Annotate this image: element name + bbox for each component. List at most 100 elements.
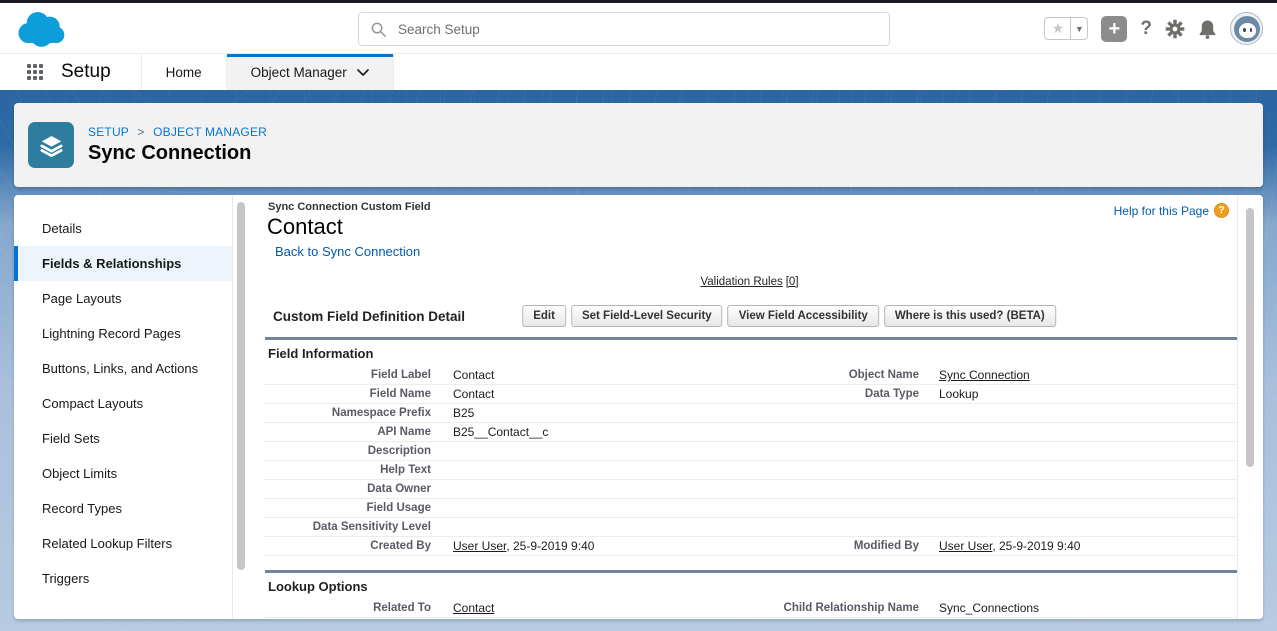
field-value: B25__Contact__c [435, 423, 723, 441]
table-row: Field Name Contact Data Type Lookup [265, 385, 1237, 404]
global-header: ★ ▼ + ? [0, 3, 1277, 53]
sidebar-item-details[interactable]: Details [14, 211, 232, 246]
field-information-section: Field Information Field Label Contact Ob… [265, 337, 1237, 556]
setup-page-background: SETUP > OBJECT MANAGER Sync Connection D… [0, 90, 1277, 631]
tab-home[interactable]: Home [141, 54, 226, 90]
field-label: Object Name [723, 366, 923, 384]
table-row: Created By User User, 25-9-2019 9:40 Mod… [265, 537, 1237, 556]
created-by-link[interactable]: User User [453, 539, 506, 553]
table-row: Description [265, 442, 1237, 461]
table-row: API Name B25__Contact__c [265, 423, 1237, 442]
tab-object-manager[interactable]: Object Manager [226, 54, 394, 90]
section-title: Field Information [265, 340, 1237, 366]
search-input[interactable] [398, 22, 877, 37]
sidebar-item-compact-layouts[interactable]: Compact Layouts [14, 386, 232, 421]
set-field-level-security-button[interactable]: Set Field-Level Security [571, 305, 723, 327]
edit-button[interactable]: Edit [522, 305, 566, 327]
global-search[interactable] [358, 12, 890, 46]
setup-nav-bar: Setup Home Object Manager [0, 53, 1277, 90]
related-to-link[interactable]: Contact [453, 601, 494, 615]
app-launcher-icon[interactable] [27, 64, 43, 80]
field-label: Namespace Prefix [265, 404, 435, 422]
sidebar-item-fields-relationships[interactable]: Fields & Relationships [14, 246, 232, 281]
validation-rules-count[interactable]: [0] [786, 276, 799, 288]
field-label: Data Type [723, 385, 923, 403]
modified-by-link[interactable]: User User [939, 539, 992, 553]
help-icon[interactable]: ? [1140, 18, 1152, 40]
field-label: Modified By [723, 537, 923, 555]
global-create-icon[interactable]: + [1101, 16, 1127, 42]
page-title: Sync Connection [88, 142, 267, 165]
field-label: Child Relationship Name [723, 599, 923, 617]
field-label: Field Label [265, 366, 435, 384]
field-label: Data Owner [265, 480, 435, 498]
app-name: Setup [61, 61, 111, 83]
field-value: Contact [435, 385, 723, 403]
detail-header: Custom Field Definition Detail Edit Set … [265, 305, 1237, 329]
sidebar-scrollbar-thumb[interactable] [237, 202, 245, 570]
context-label: Sync Connection Custom Field [268, 201, 1237, 213]
field-label: Related List Label [265, 618, 435, 619]
sidebar-item-triggers[interactable]: Triggers [14, 561, 232, 596]
main-scrollbar-thumb[interactable] [1246, 208, 1254, 467]
search-icon [371, 22, 386, 37]
field-label: Description [265, 442, 435, 460]
help-for-this-page-link[interactable]: Help for this Page ? [1114, 203, 1229, 218]
where-is-this-used-button[interactable]: Where is this used? (BETA) [884, 305, 1056, 327]
page-header: SETUP > OBJECT MANAGER Sync Connection [14, 103, 1263, 187]
sidebar-item-record-types[interactable]: Record Types [14, 491, 232, 526]
object-icon [28, 122, 74, 168]
validation-rules-row: Validation Rules [0] [265, 276, 1237, 288]
breadcrumb-object-manager-link[interactable]: OBJECT MANAGER [153, 125, 267, 139]
section-title: Lookup Options [265, 573, 1237, 599]
sidebar-item-page-layouts[interactable]: Page Layouts [14, 281, 232, 316]
field-title: Contact [267, 214, 1237, 240]
breadcrumb-setup-link[interactable]: SETUP [88, 125, 129, 139]
field-label: Help Text [265, 461, 435, 479]
main-scrollbar [1237, 195, 1258, 619]
breadcrumb-separator: > [137, 125, 144, 139]
field-value: B25 [435, 404, 723, 422]
object-sidebar: Details Fields & Relationships Page Layo… [14, 195, 233, 619]
view-field-accessibility-button[interactable]: View Field Accessibility [728, 305, 879, 327]
table-row: Field Label Contact Object Name Sync Con… [265, 366, 1237, 385]
favorites-star-icon[interactable]: ★ [1044, 17, 1071, 40]
sidebar-item-lightning-record-pages[interactable]: Lightning Record Pages [14, 316, 232, 351]
sidebar-item-related-lookup-filters[interactable]: Related Lookup Filters [14, 526, 232, 561]
table-row: Field Usage [265, 499, 1237, 518]
table-row: Related List Label Sync Connections [265, 618, 1237, 619]
sidebar-item-object-limits[interactable]: Object Limits [14, 456, 232, 491]
table-row: Namespace Prefix B25 [265, 404, 1237, 423]
help-orange-icon: ? [1214, 203, 1229, 218]
field-label: Field Name [265, 385, 435, 403]
field-label: Data Sensitivity Level [265, 518, 435, 536]
field-label: Related To [265, 599, 435, 617]
breadcrumb: SETUP > OBJECT MANAGER [88, 125, 267, 139]
chevron-down-icon [357, 69, 369, 76]
table-row: Related To Contact Child Relationship Na… [265, 599, 1237, 618]
field-value: Sync Connections [435, 618, 723, 619]
table-row: Help Text [265, 461, 1237, 480]
table-row: Data Owner [265, 480, 1237, 499]
field-value: Sync_Connections [923, 599, 1237, 617]
lookup-options-section: Lookup Options Related To Contact Child … [265, 570, 1237, 619]
field-value: User User, 25-9-2019 9:40 [923, 537, 1237, 555]
field-label: Field Usage [265, 499, 435, 517]
field-value: Sync Connection [923, 366, 1237, 384]
content-card: Details Fields & Relationships Page Layo… [14, 195, 1263, 619]
notifications-bell-icon[interactable] [1198, 19, 1217, 39]
sidebar-item-field-sets[interactable]: Field Sets [14, 421, 232, 456]
sidebar-scrollbar [233, 195, 259, 619]
field-value: Lookup [923, 385, 1237, 403]
back-link[interactable]: Back to Sync Connection [275, 244, 420, 259]
favorites-button-group: ★ ▼ [1044, 17, 1088, 40]
favorites-dropdown-icon[interactable]: ▼ [1071, 17, 1088, 40]
object-name-link[interactable]: Sync Connection [939, 368, 1030, 382]
field-value: Contact [435, 599, 723, 617]
sidebar-item-buttons-links-actions[interactable]: Buttons, Links, and Actions [14, 351, 232, 386]
detail-title: Custom Field Definition Detail [273, 309, 465, 324]
setup-gear-icon[interactable] [1165, 19, 1185, 39]
validation-rules-link[interactable]: Validation Rules [700, 276, 782, 288]
user-avatar[interactable] [1230, 12, 1263, 45]
field-value: User User, 25-9-2019 9:40 [435, 537, 723, 555]
